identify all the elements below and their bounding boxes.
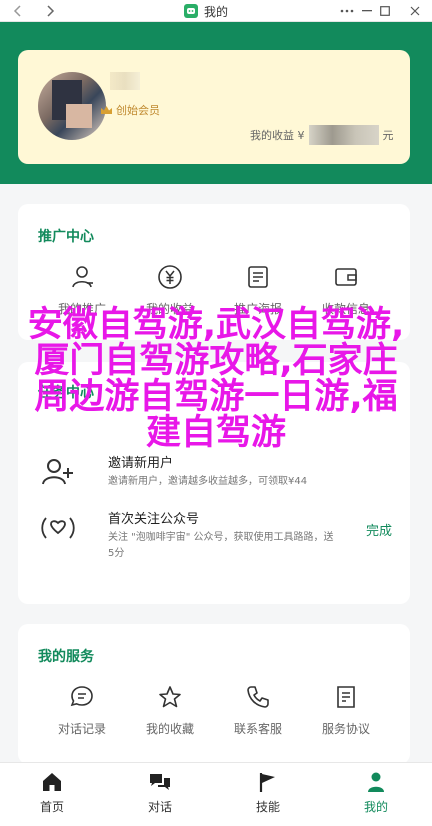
invite-icon: [42, 459, 73, 485]
task-row-desc: 邀请新用户，邀请越多收益越多，可领取¥44: [108, 476, 308, 487]
service-item-favorites[interactable]: 我的收藏: [130, 684, 210, 737]
member-level-label: 创始会员: [116, 104, 160, 117]
crown-icon: [101, 105, 112, 114]
close-icon[interactable]: [404, 0, 426, 22]
window-titlebar: 我的: [0, 0, 432, 22]
overlay-headline: 安徽自驾游,武汉自驾游,厦门自驾游攻略,石家庄周边游自驾游一日游,福建自驾游: [27, 305, 405, 453]
task-row-invite[interactable]: 邀请新用户 邀请新用户，邀请越多收益越多，可领取¥44: [38, 452, 396, 492]
revenue-amount-blurred: [308, 125, 379, 145]
more-icon[interactable]: [336, 0, 358, 22]
yen-icon: [158, 265, 182, 289]
service-item-label: 联系客服: [233, 722, 282, 736]
service-item-contact-support[interactable]: 联系客服: [218, 684, 298, 737]
task-row-title: 邀请新用户: [108, 456, 174, 471]
nav-label: 我的: [363, 800, 388, 814]
task-row-follow[interactable]: 首次关注公众号 关注 "泡咖啡宇宙" 公众号，获取使用工具路路，送5分 完成: [38, 508, 396, 564]
service-item-chat-history[interactable]: 对话记录: [42, 684, 122, 737]
services-card: 我的服务 对话记录 我的收藏 联系客服 服务协议: [18, 624, 410, 764]
service-item-agreement[interactable]: 服务协议: [306, 684, 386, 737]
username-blurred: [110, 72, 140, 90]
task-row-desc: 关注 "泡咖啡宇宙" 公众号，获取使用工具路路，送5分: [108, 532, 334, 559]
nav-label: 对话: [147, 800, 172, 814]
app-icon: [184, 4, 198, 18]
chat-icon: [70, 686, 93, 707]
window-title-text: 我的: [204, 4, 229, 19]
promo-title: 推广中心: [38, 229, 94, 245]
window-title: 我的: [184, 0, 228, 22]
nav-me[interactable]: 我的: [336, 771, 416, 815]
nav-skills[interactable]: 技能: [228, 771, 308, 815]
home-icon: [43, 773, 61, 791]
nav-chat[interactable]: 对话: [120, 771, 200, 815]
bottom-nav: 首页 对话 技能 我的: [0, 762, 432, 826]
avatar[interactable]: [38, 72, 106, 140]
revenue-unit: 元: [382, 129, 394, 142]
chevron-left-icon[interactable]: [8, 0, 28, 22]
nav-label: 技能: [255, 800, 280, 814]
person-icon: [368, 772, 384, 792]
phone-icon: [247, 686, 269, 708]
maximize-icon[interactable]: [374, 0, 396, 22]
task-row-title: 首次关注公众号: [108, 512, 200, 527]
revenue[interactable]: 我的收益 ¥ 元: [250, 125, 394, 145]
wallet-icon: [335, 268, 357, 286]
poster-icon: [248, 266, 268, 288]
services-title: 我的服务: [38, 649, 94, 665]
nav-label: 首页: [39, 800, 64, 814]
flag-icon: [259, 773, 275, 792]
task-complete-button[interactable]: 完成: [366, 520, 392, 539]
revenue-label: 我的收益 ¥: [250, 129, 305, 142]
document-icon: [337, 686, 355, 708]
nav-home[interactable]: 首页: [12, 771, 92, 815]
member-level: 创始会员: [100, 102, 160, 118]
chevron-right-icon[interactable]: [40, 0, 60, 22]
service-item-label: 对话记录: [57, 722, 106, 736]
service-item-label: 服务协议: [321, 722, 370, 736]
chat-bubbles-icon: [150, 774, 170, 790]
user-icon: [72, 266, 93, 288]
broadcast-icon: [41, 517, 75, 539]
service-item-label: 我的收藏: [145, 722, 194, 736]
star-icon: [159, 686, 181, 708]
